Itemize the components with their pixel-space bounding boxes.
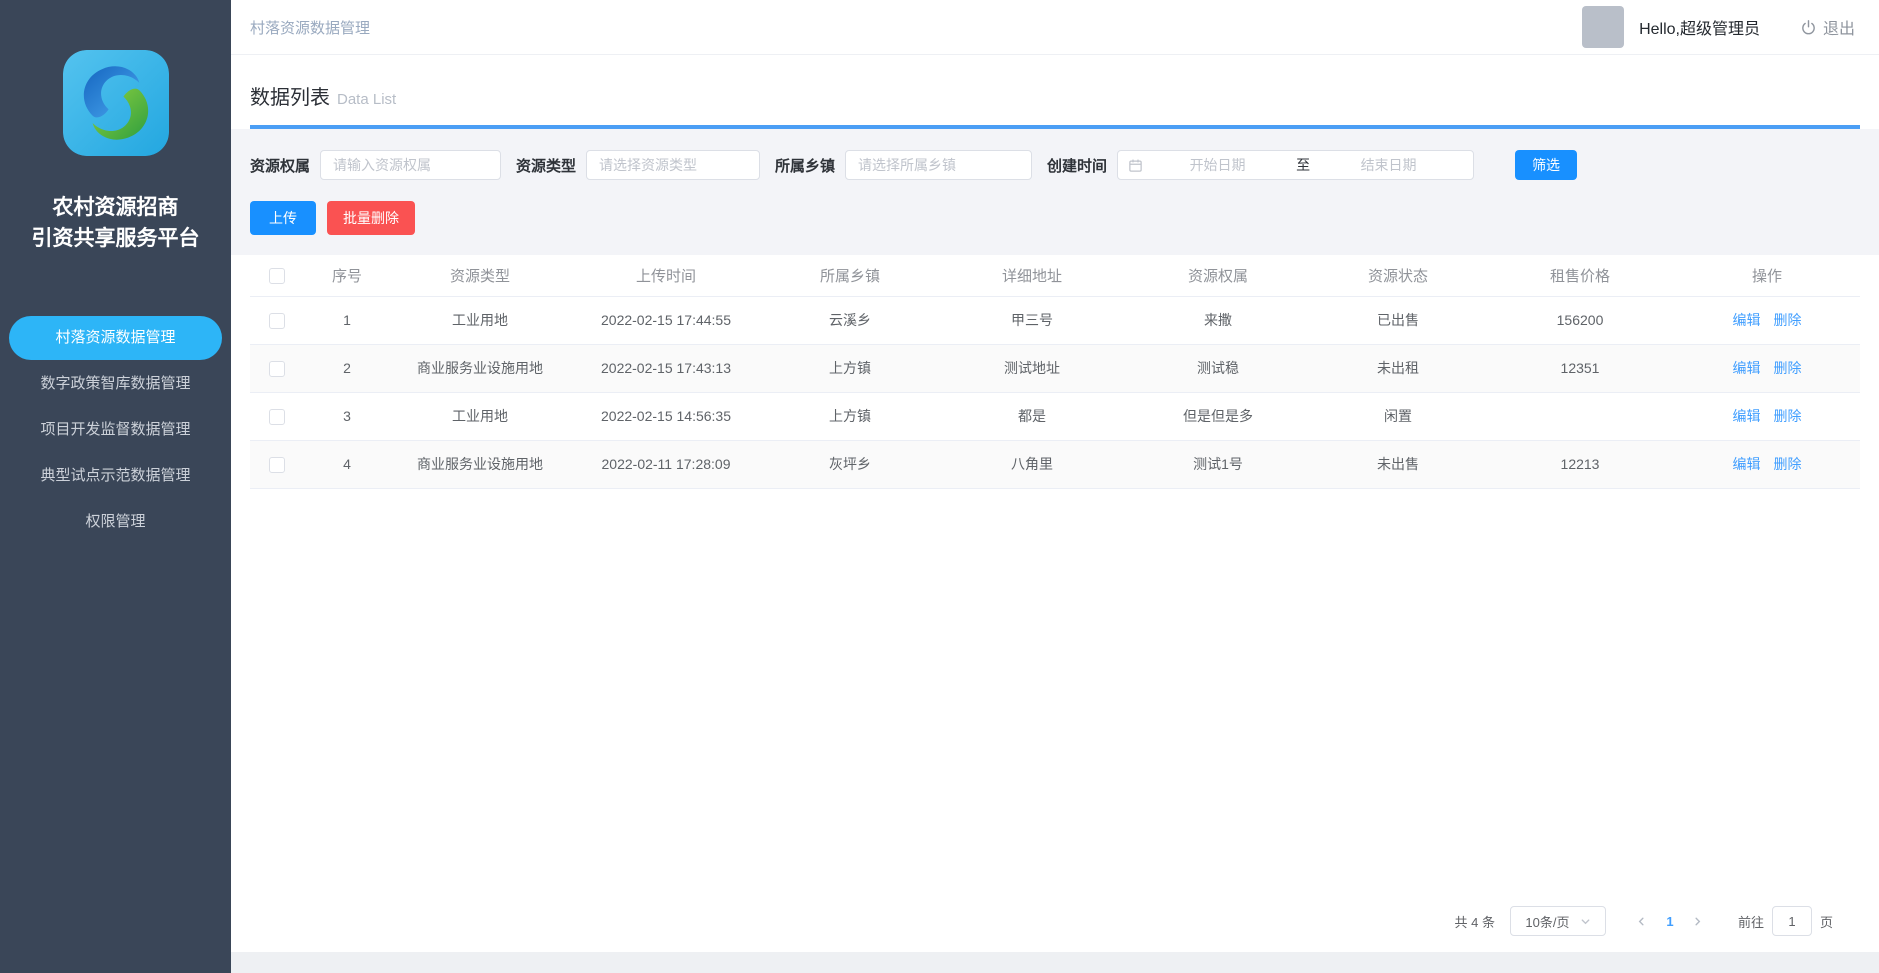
- col-ownership: 资源权属: [1126, 255, 1310, 296]
- row-checkbox[interactable]: [269, 361, 285, 377]
- breadcrumb[interactable]: 村落资源数据管理: [250, 17, 370, 38]
- delete-link[interactable]: 删除: [1774, 456, 1802, 472]
- pagination-total: 共 4 条: [1455, 912, 1495, 931]
- sidebar-item-pilot-demo[interactable]: 典型试点示范数据管理: [9, 454, 222, 498]
- content-spacer: [231, 489, 1879, 906]
- col-operations: 操作: [1674, 255, 1860, 296]
- col-price: 租售价格: [1486, 255, 1674, 296]
- col-address: 详细地址: [938, 255, 1126, 296]
- date-start-placeholder: 开始日期: [1143, 155, 1292, 175]
- pagination: 共 4 条 10条/页 1 前往 页: [231, 905, 1879, 937]
- col-upload-time: 上传时间: [570, 255, 762, 296]
- upload-button[interactable]: 上传: [250, 201, 316, 235]
- goto-label: 前往: [1738, 912, 1764, 931]
- filter-type: 资源类型: [516, 150, 760, 180]
- filter-type-label: 资源类型: [516, 155, 576, 176]
- logout-label: 退出: [1823, 15, 1855, 39]
- sidebar-menu: 村落资源数据管理 数字政策智库数据管理 项目开发监督数据管理 典型试点示范数据管…: [0, 314, 231, 546]
- page-title: 数据列表: [250, 87, 330, 109]
- logout-button[interactable]: 退出: [1800, 15, 1855, 39]
- edit-link[interactable]: 编辑: [1733, 312, 1761, 328]
- filter-row: 资源权属 资源类型 所属乡镇 创建时间 开始日期 至 结束日期: [250, 150, 1860, 180]
- table-row: 2 商业服务业设施用地 2022-02-15 17:43:13 上方镇 测试地址…: [250, 344, 1860, 392]
- power-icon: [1800, 19, 1817, 36]
- table-header-row: 序号 资源类型 上传时间 所属乡镇 详细地址 资源权属 资源状态 租售价格 操作: [250, 255, 1860, 296]
- date-range-picker[interactable]: 开始日期 至 结束日期: [1117, 150, 1474, 180]
- filter-band: 资源权属 资源类型 所属乡镇 创建时间 开始日期 至 结束日期: [231, 129, 1879, 255]
- date-separator: 至: [1292, 155, 1314, 175]
- filter-ownership: 资源权属: [250, 150, 501, 180]
- page-number-current[interactable]: 1: [1656, 914, 1684, 929]
- next-page-button[interactable]: [1684, 906, 1712, 936]
- page-size-value: 10条/页: [1525, 912, 1569, 931]
- col-status: 资源状态: [1310, 255, 1486, 296]
- prev-page-button[interactable]: [1628, 906, 1656, 936]
- table-row: 4 商业服务业设施用地 2022-02-11 17:28:09 灰坪乡 八角里 …: [250, 440, 1860, 488]
- pager: 1: [1622, 906, 1718, 936]
- delete-link[interactable]: 删除: [1774, 360, 1802, 376]
- footer-strip: [231, 952, 1879, 973]
- col-resource-type: 资源类型: [390, 255, 570, 296]
- page-unit-label: 页: [1820, 912, 1833, 931]
- chevron-left-icon: [1636, 916, 1647, 927]
- delete-link[interactable]: 删除: [1774, 312, 1802, 328]
- edit-link[interactable]: 编辑: [1733, 456, 1761, 472]
- edit-link[interactable]: 编辑: [1733, 408, 1761, 424]
- filter-created: 创建时间 开始日期 至 结束日期: [1047, 150, 1474, 180]
- sidebar-item-project-supervision[interactable]: 项目开发监督数据管理: [9, 408, 222, 452]
- filter-town: 所属乡镇: [775, 150, 1032, 180]
- goto-page-input[interactable]: [1772, 906, 1812, 936]
- row-checkbox[interactable]: [269, 457, 285, 473]
- page-size-select[interactable]: 10条/页: [1510, 906, 1606, 936]
- calendar-icon: [1128, 158, 1143, 173]
- col-town: 所属乡镇: [762, 255, 938, 296]
- row-checkbox[interactable]: [269, 313, 285, 329]
- chevron-right-icon: [1692, 916, 1703, 927]
- user-greeting: Hello,超级管理员: [1639, 15, 1760, 39]
- page-subtitle: Data List: [337, 91, 396, 108]
- table-actions: 上传 批量删除: [250, 201, 1860, 235]
- sidebar-item-permissions[interactable]: 权限管理: [9, 500, 222, 544]
- app-logo-icon: [63, 50, 169, 156]
- select-all-checkbox[interactable]: [269, 268, 285, 284]
- chevron-down-icon: [1580, 916, 1591, 927]
- delete-link[interactable]: 删除: [1774, 408, 1802, 424]
- edit-link[interactable]: 编辑: [1733, 360, 1761, 376]
- filter-town-label: 所属乡镇: [775, 155, 835, 176]
- row-checkbox[interactable]: [269, 409, 285, 425]
- filter-submit-button[interactable]: 筛选: [1515, 150, 1577, 180]
- table-row: 1 工业用地 2022-02-15 17:44:55 云溪乡 甲三号 来撒 已出…: [250, 296, 1860, 344]
- sidebar: 农村资源招商 引资共享服务平台 村落资源数据管理 数字政策智库数据管理 项目开发…: [0, 0, 231, 973]
- filter-type-input[interactable]: [586, 150, 760, 180]
- table-row: 3 工业用地 2022-02-15 14:56:35 上方镇 都是 但是但是多 …: [250, 392, 1860, 440]
- filter-ownership-label: 资源权属: [250, 155, 310, 176]
- app-title: 农村资源招商 引资共享服务平台: [32, 192, 200, 254]
- filter-created-label: 创建时间: [1047, 155, 1107, 176]
- avatar[interactable]: [1582, 6, 1624, 48]
- sidebar-item-policy-thinktank[interactable]: 数字政策智库数据管理: [9, 362, 222, 406]
- main-content: 村落资源数据管理 Hello,超级管理员 退出 数据列表 Data List 资源…: [231, 0, 1879, 973]
- page-head: 数据列表 Data List: [231, 55, 1879, 125]
- topbar-right: Hello,超级管理员 退出: [1582, 6, 1855, 48]
- col-seq: 序号: [304, 255, 390, 296]
- data-table: 序号 资源类型 上传时间 所属乡镇 详细地址 资源权属 资源状态 租售价格 操作…: [250, 255, 1860, 489]
- topbar: 村落资源数据管理 Hello,超级管理员 退出: [231, 0, 1879, 55]
- filter-ownership-input[interactable]: [320, 150, 501, 180]
- sidebar-item-village-resource[interactable]: 村落资源数据管理: [9, 316, 222, 360]
- filter-town-input[interactable]: [845, 150, 1032, 180]
- batch-delete-button[interactable]: 批量删除: [327, 201, 415, 235]
- date-end-placeholder: 结束日期: [1314, 155, 1463, 175]
